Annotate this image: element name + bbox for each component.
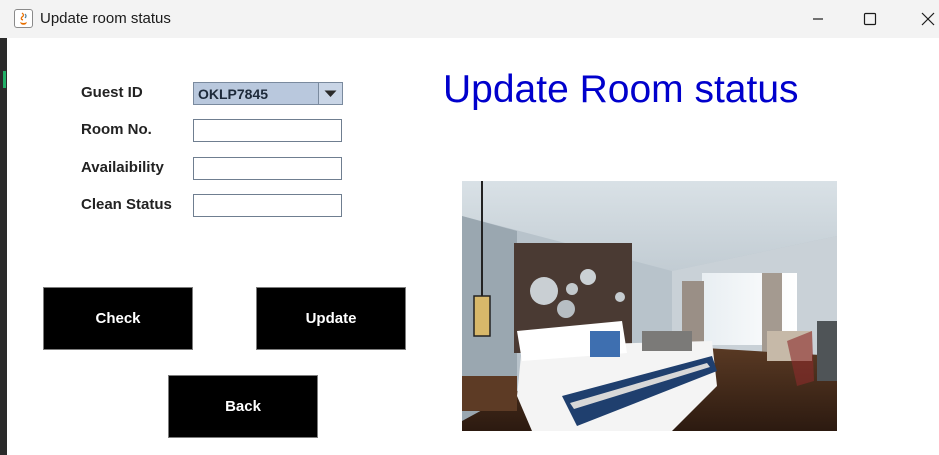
close-icon bbox=[921, 12, 935, 26]
background-window-edge bbox=[0, 38, 7, 455]
java-app-icon bbox=[14, 9, 33, 28]
close-button[interactable] bbox=[905, 0, 939, 38]
guest-id-label: Guest ID bbox=[81, 84, 143, 101]
minimize-button[interactable] bbox=[795, 0, 841, 38]
maximize-button[interactable] bbox=[847, 0, 893, 38]
back-button[interactable]: Back bbox=[168, 375, 318, 438]
guest-id-selected-value: OKLP7845 bbox=[198, 86, 269, 102]
check-button[interactable]: Check bbox=[43, 287, 193, 350]
room-no-field[interactable] bbox=[193, 119, 342, 142]
clean-status-label: Clean Status bbox=[81, 196, 172, 213]
chevron-down-icon bbox=[324, 90, 337, 97]
background-indicator bbox=[3, 71, 6, 88]
update-button[interactable]: Update bbox=[256, 287, 406, 350]
hotel-room-photo bbox=[462, 181, 837, 431]
maximize-icon bbox=[863, 12, 877, 26]
minimize-icon bbox=[813, 18, 823, 20]
guest-id-combobox[interactable]: OKLP7845 bbox=[193, 82, 343, 105]
availability-field[interactable] bbox=[193, 157, 342, 180]
title-bar: Update room status bbox=[0, 0, 939, 38]
page-heading: Update Room status bbox=[443, 68, 799, 111]
guest-id-dropdown-button[interactable] bbox=[318, 83, 342, 104]
availability-label: Availaibility bbox=[81, 159, 164, 176]
room-no-label: Room No. bbox=[81, 121, 152, 138]
clean-status-field[interactable] bbox=[193, 194, 342, 217]
window-title: Update room status bbox=[40, 10, 171, 27]
